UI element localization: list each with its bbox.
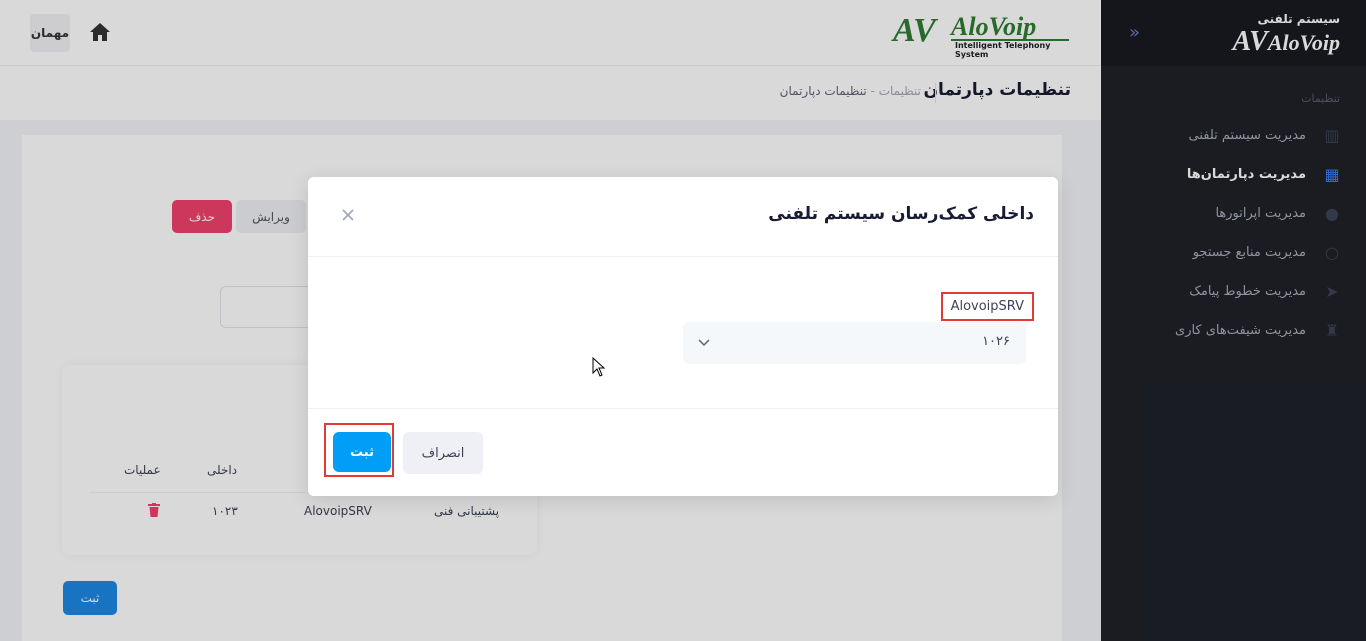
field-label: AlovoipSRV <box>940 292 1034 321</box>
extension-select[interactable]: ۱۰۲۶ <box>683 322 1026 364</box>
modal-title: داخلی کمک‌رسان سیستم تلفنی <box>768 204 1034 224</box>
close-icon[interactable] <box>340 207 356 223</box>
save-button[interactable]: ثبت <box>333 432 391 472</box>
chevron-down-icon <box>698 339 710 347</box>
modal-footer-divider <box>308 408 1058 409</box>
select-value: ۱۰۲۶ <box>982 334 1010 349</box>
save-button-highlight: ثبت <box>324 423 394 477</box>
modal-header: داخلی کمک‌رسان سیستم تلفنی <box>308 177 1058 257</box>
mouse-cursor-icon <box>592 357 606 377</box>
cancel-button[interactable]: انصراف <box>403 432 483 474</box>
modal-dialog: داخلی کمک‌رسان سیستم تلفنی AlovoipSRV ۱۰… <box>308 177 1058 496</box>
